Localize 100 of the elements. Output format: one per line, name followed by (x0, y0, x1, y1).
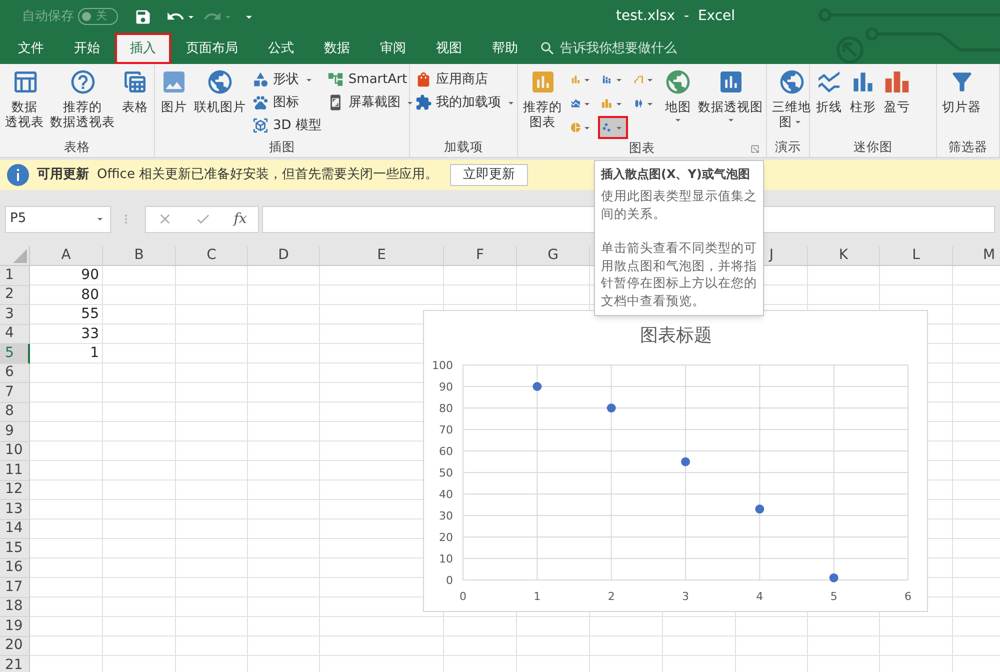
save-icon[interactable] (134, 8, 152, 26)
dialog-launcher-icon[interactable] (750, 144, 760, 154)
ribbon-button[interactable]: 盈亏 (880, 67, 914, 114)
question-mark-icon (68, 68, 96, 96)
table-cell[interactable]: 55 (30, 305, 102, 324)
bag-icon (415, 71, 432, 88)
column-header[interactable]: B (103, 246, 176, 265)
ribbon-button[interactable]: 应用商店 (415, 68, 517, 91)
ribbon-tab[interactable]: 页面布局 (171, 33, 253, 64)
ribbon-button[interactable]: 柱形 (846, 67, 880, 114)
table-cell[interactable]: 1 (30, 344, 102, 364)
ribbon-tab[interactable]: 文件 (3, 33, 59, 64)
globe-icon (206, 68, 234, 96)
row-header[interactable]: 4 (0, 324, 30, 344)
row-header[interactable]: 12 (0, 480, 30, 500)
window-title: test.xlsx - Excel (616, 7, 736, 26)
ribbon-tab[interactable]: 审阅 (365, 33, 421, 64)
ribbon-button[interactable]: 图标 (252, 91, 322, 114)
ribbon-button[interactable]: 地图 (661, 67, 695, 126)
row-header[interactable]: 1 (0, 266, 30, 286)
update-button[interactable]: 立即更新 (450, 164, 528, 186)
ribbon-button[interactable]: 形状 (252, 68, 322, 91)
ribbon-button[interactable]: 联机图片 (191, 67, 249, 114)
column-header[interactable]: D (248, 246, 320, 265)
column-header[interactable]: C (176, 246, 248, 265)
tooltip-title: 插入散点图(X、Y)或气泡图 (601, 166, 751, 183)
row-header[interactable]: 3 (0, 305, 30, 324)
column-header[interactable]: F (444, 246, 517, 265)
diagram-icon (327, 71, 344, 88)
search-field[interactable]: 告诉我你想要做什么 (539, 33, 677, 64)
row-header[interactable]: 19 (0, 617, 30, 636)
column-header[interactable]: L (880, 246, 953, 265)
row-header[interactable]: 13 (0, 500, 30, 520)
table-cell[interactable]: 33 (30, 324, 102, 344)
y-tick-label: 60 (439, 445, 453, 458)
column-header[interactable]: G (517, 246, 590, 265)
ribbon-tab[interactable]: 开始 (59, 33, 115, 64)
ribbon-button[interactable]: 三维地 图 (769, 67, 814, 129)
ribbon-button[interactable]: 我的加载项 (415, 91, 517, 114)
select-all-icon[interactable] (13, 249, 27, 263)
ribbon-tab[interactable]: 公式 (253, 33, 309, 64)
chart-type-button[interactable] (598, 116, 628, 139)
table-cell[interactable]: 80 (30, 286, 102, 305)
puzzle-icon (415, 94, 432, 111)
y-tick-label: 90 (439, 380, 453, 394)
tooltip-text: 使用此图表类型显示值集之间的关系。 (601, 187, 757, 222)
ribbon-button[interactable]: SmartArt (327, 68, 416, 91)
row-header[interactable]: 7 (0, 383, 30, 402)
y-tick-label: 10 (439, 552, 453, 566)
row-header[interactable]: 17 (0, 578, 30, 598)
ribbon-button[interactable]: 折线 (812, 67, 846, 114)
data-point (829, 573, 838, 582)
column-header[interactable]: E (320, 246, 444, 265)
name-box[interactable]: P5 (5, 206, 111, 232)
shapes-icon (252, 71, 269, 88)
row-header[interactable]: 5 (0, 344, 30, 364)
column-header[interactable]: A (30, 246, 103, 265)
chart-area[interactable]: 图表标题 0 10 20 30 40 50 60 70 80 90 100 0 1 2 3 4 5 6 (423, 310, 928, 612)
insert-function-button[interactable]: fx (234, 208, 247, 230)
row-header[interactable]: 10 (0, 442, 30, 461)
ribbon-button[interactable]: 3D 模型 (252, 114, 322, 137)
row-header[interactable]: 20 (0, 636, 30, 656)
row-header[interactable]: 6 (0, 364, 30, 383)
x-tick-label: 3 (682, 590, 689, 603)
row-header[interactable]: 14 (0, 520, 30, 539)
y-tick-label: 50 (439, 466, 453, 480)
column-header[interactable]: K (808, 246, 880, 265)
row-header[interactable]: 8 (0, 402, 30, 422)
y-tick-label: 0 (446, 574, 453, 587)
row-header[interactable]: 2 (0, 286, 30, 305)
ribbon-button[interactable]: 数据 透视表 (2, 67, 47, 129)
ribbon-button[interactable]: 图片 (157, 67, 191, 114)
row-header[interactable]: 9 (0, 422, 30, 442)
row-header[interactable]: 15 (0, 539, 30, 558)
update-message: Office 相关更新已准备好安装，但首先需要关闭一些应用。 (97, 166, 438, 184)
row-header[interactable]: 11 (0, 461, 30, 480)
ribbon-tab[interactable]: 视图 (421, 33, 477, 64)
globe-icon (778, 68, 806, 96)
update-title: 可用更新 (37, 166, 89, 184)
ribbon-button[interactable]: 屏幕截图 (327, 91, 416, 114)
x-tick-label: 2 (608, 590, 615, 603)
ribbon-button[interactable]: 推荐的 数据透视表 (47, 67, 118, 129)
column-header[interactable]: M (953, 246, 1000, 265)
ribbon-tab[interactable]: 插入 (115, 33, 171, 64)
ribbon-button[interactable]: 切片器 (939, 67, 984, 114)
group-label: 表格 (64, 138, 90, 156)
ribbon-button[interactable]: 表格 (118, 67, 152, 114)
info-icon (7, 164, 29, 186)
ribbon-button[interactable]: 数据透视图 (695, 67, 766, 126)
ribbon-tab[interactable]: 数据 (309, 33, 365, 64)
row-header[interactable]: 18 (0, 598, 30, 617)
ribbon-tab[interactable]: 帮助 (477, 33, 533, 64)
ribbon-button[interactable]: 推荐的 图表 (520, 67, 565, 129)
data-point (532, 382, 542, 391)
group-label: 筛选器 (948, 138, 988, 156)
y-tick-label: 40 (439, 488, 453, 501)
row-header[interactable]: 16 (0, 558, 30, 578)
table-cell[interactable]: 90 (30, 266, 102, 286)
cube-icon (252, 117, 269, 134)
row-header[interactable]: 21 (0, 656, 30, 672)
